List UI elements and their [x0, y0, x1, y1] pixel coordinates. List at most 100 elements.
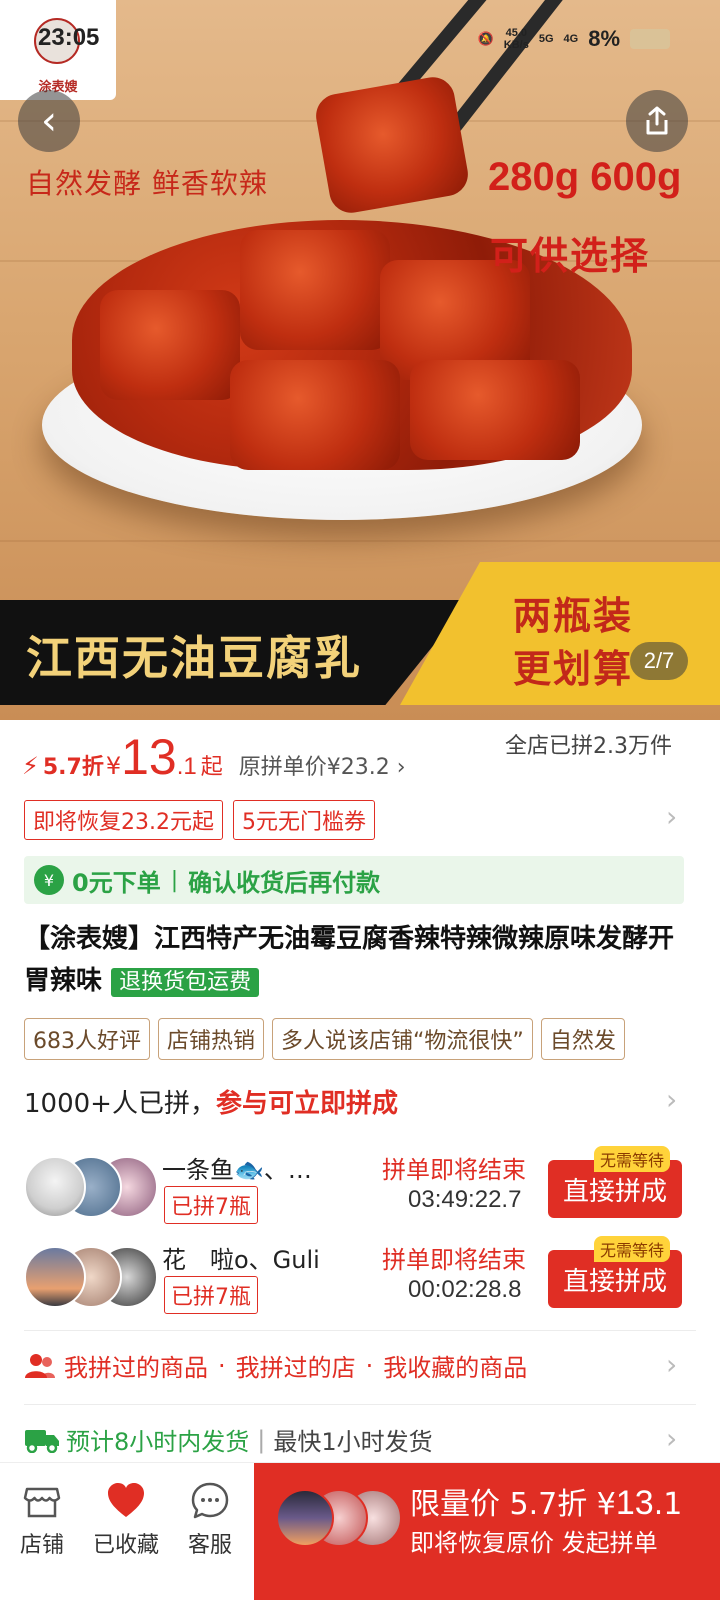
net-speed: 45.0 KB/s [503, 27, 529, 51]
tab-store[interactable]: 店铺 [2, 1479, 82, 1559]
coupon-no-threshold[interactable]: 5元无门槛券 [233, 800, 375, 840]
coupon-restore-price[interactable]: 即将恢复23.2元起 [24, 800, 223, 840]
status-bar-right: 🔕 45.0 KB/s 5G 4G 8% [478, 26, 670, 52]
back-button[interactable]: ‹ [18, 90, 80, 152]
group-badge: 已拼7瓶 [164, 1276, 258, 1314]
share-icon [646, 106, 668, 135]
group-countdown: 03:49:22.7 [408, 1186, 522, 1213]
bottom-action-bar: 店铺 已收藏 客服 限量价 5.7折 ¥13.1 即将恢复原价 发起拼单 [0, 1462, 720, 1600]
shipping-row[interactable]: 预计8小时内发货 | 最快1小时发货 [24, 1422, 694, 1457]
shop-sold-count: 全店已拼2.3万件 [505, 734, 672, 759]
price-row: ⚡ 5.7折 ¥ 13 .1 起 原拼单价¥23.2 › 全店已拼2.3万件 [22, 728, 702, 788]
coupon-row[interactable]: 即将恢复23.2元起 5元无门槛券 [24, 800, 375, 840]
battery-percent: 8% [588, 26, 620, 51]
history-dot: · [218, 1351, 226, 1380]
avatar [276, 1489, 334, 1547]
tab-service[interactable]: 客服 [170, 1479, 250, 1559]
buy-price-line: 限量价 5.7折 ¥13.1 [410, 1484, 683, 1522]
tab-store-label: 店铺 [19, 1533, 64, 1558]
signal-4g-icon: 4G [563, 33, 579, 45]
slogan-selectable: 可供选择 [490, 234, 651, 278]
group-countdown: 00:02:28.8 [408, 1276, 522, 1303]
group-item: 一条鱼🐟、… 已拼7瓶 拼单即将结束 03:49:22.7 直接拼成 无需等待 [0, 1146, 720, 1236]
shipping-separator: | [257, 1425, 266, 1454]
promo-line-1: 两瓶装 [513, 594, 634, 638]
pay-later-separator: | [170, 867, 179, 893]
tofu-piece-image [312, 73, 472, 217]
slogan-weights: 280g 600g [488, 155, 682, 199]
shipping-estimate: 预计8小时内发货 [66, 1428, 250, 1456]
group-buy-count: 1000+人已拼， [24, 1089, 216, 1119]
users-icon [25, 1353, 55, 1378]
group-ending-label: 拼单即将结束 [382, 1246, 526, 1274]
tag-natural[interactable]: 自然发 [540, 1018, 625, 1060]
mute-icon: 🔕 [477, 31, 494, 46]
group-ending-label: 拼单即将结束 [382, 1156, 526, 1184]
group-badge: 已拼7瓶 [164, 1186, 258, 1224]
chevron-right-icon[interactable]: › [666, 1083, 677, 1116]
group-avatars [24, 1156, 158, 1220]
start-group-buy-button[interactable]: 限量价 5.7折 ¥13.1 即将恢复原价 发起拼单 [254, 1463, 720, 1600]
chevron-right-icon[interactable]: › [666, 800, 677, 833]
battery-icon [630, 29, 670, 49]
history-links-row[interactable]: 我拼过的商品 · 我拼过的店 · 我收藏的商品 [24, 1348, 694, 1383]
promo-line-2: 更划算 [513, 647, 634, 691]
history-dot: · [365, 1351, 374, 1380]
group-avatars [24, 1246, 158, 1310]
tofu-chunk [100, 290, 240, 400]
truck-icon [25, 1429, 59, 1453]
pay-later-banner[interactable]: ¥ 0元下单 | 确认收货后再付款 [24, 856, 684, 904]
page-indicator: 2/7 [630, 642, 688, 680]
shipping-fastest: 最快1小时发货 [273, 1428, 433, 1456]
no-wait-badge: 无需等待 [594, 1146, 671, 1172]
divider [24, 1404, 696, 1405]
product-image-carousel[interactable]: 自然发酵 鲜香软辣 280g 600g 可供选择 江西无油豆腐乳 两瓶装 更划算… [0, 0, 720, 720]
divider [24, 1330, 696, 1331]
pay-later-left: 0元下单 [72, 868, 161, 897]
tofu-chunk [230, 360, 400, 470]
history-my-products[interactable]: 我拼过的商品 [64, 1348, 208, 1383]
avatar [24, 1156, 86, 1218]
store-icon [23, 1487, 61, 1518]
free-return-tag[interactable]: 退换货包运费 [111, 968, 260, 997]
original-price-link[interactable]: 原拼单价¥23.2 › [239, 749, 406, 781]
wood-grain [0, 540, 720, 542]
tofu-chunk [410, 360, 580, 460]
price-decimal: .1 [176, 753, 197, 780]
banner-title: 江西无油豆腐乳 [26, 631, 362, 685]
group-leader-name: 一条鱼🐟、… [162, 1156, 312, 1184]
price-suffix: 起 [200, 755, 223, 780]
tag-fast-logistics[interactable]: 多人说该店铺“物流很快” [272, 1018, 533, 1060]
history-my-shops[interactable]: 我拼过的店 [236, 1348, 356, 1383]
lightning-icon: ⚡ [22, 752, 39, 780]
review-tag-row: 683人好评 店铺热销 多人说该店铺“物流很快” 自然发 [24, 1018, 720, 1060]
history-my-favorites[interactable]: 我收藏的商品 [383, 1348, 527, 1383]
slogan-left: 自然发酵 鲜香软辣 [26, 167, 268, 200]
currency-symbol: ¥ [105, 752, 122, 780]
tab-service-label: 客服 [187, 1533, 232, 1558]
tab-favorited-label: 已收藏 [92, 1533, 159, 1558]
product-title-block: 【涂表嫂】江西特产无油霉豆腐香辣特辣微辣原味发酵开胃辣味 退换货包运费 [24, 918, 694, 1004]
group-buy-header[interactable]: 1000+人已拼， 参与可立即拼成 [24, 1083, 694, 1120]
group-item: 花 啦o、Guli 已拼7瓶 拼单即将结束 00:02:28.8 直接拼成 无需… [0, 1236, 720, 1326]
no-wait-badge: 无需等待 [594, 1236, 671, 1262]
heart-icon [108, 1483, 144, 1517]
buy-avatars [276, 1489, 402, 1549]
chevron-right-icon[interactable]: › [666, 1422, 677, 1455]
pay-later-right: 确认收货后再付款 [188, 868, 381, 897]
share-button[interactable] [626, 90, 688, 152]
pay-later-badge-icon: ¥ [34, 865, 64, 895]
tag-good-reviews[interactable]: 683人好评 [24, 1018, 150, 1060]
group-leader-name: 花 啦o、Guli [162, 1246, 320, 1274]
price-integer: 13 [121, 729, 177, 785]
discount-label: 5.7折 [42, 755, 104, 780]
signal-5g-icon: 5G [538, 33, 554, 45]
chevron-left-icon: ‹ [41, 98, 57, 144]
tab-favorited[interactable]: 已收藏 [86, 1479, 166, 1559]
status-time: 23:05 [38, 24, 100, 51]
buy-subtitle: 即将恢复原价 发起拼单 [410, 1529, 658, 1557]
chat-icon [191, 1482, 229, 1519]
chevron-right-icon[interactable]: › [666, 1348, 677, 1381]
tag-shop-hot[interactable]: 店铺热销 [158, 1018, 265, 1060]
avatar [24, 1246, 86, 1308]
